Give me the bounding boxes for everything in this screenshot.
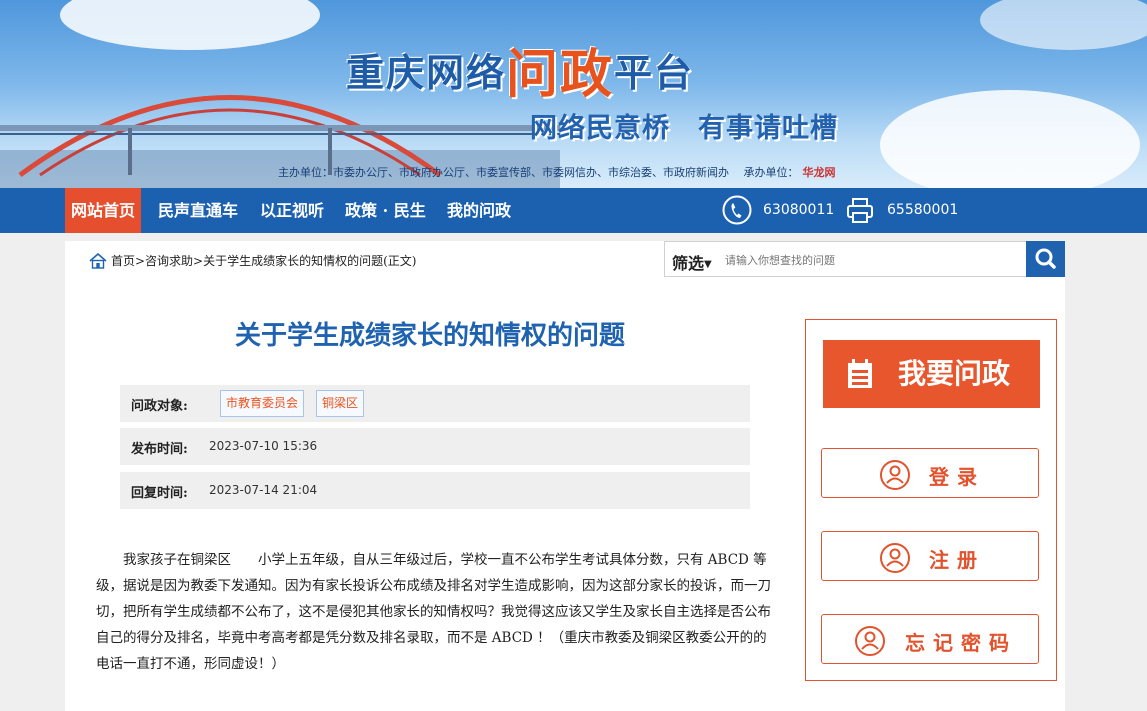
home-icon[interactable] <box>89 252 107 269</box>
sponsor-line: 主办单位：市委办公厅、市政府办公厅、市委宣传部、市委网信办、市综治委、市政府新闻… <box>278 164 836 180</box>
nav-item-home[interactable]: 网站首页 <box>65 188 142 233</box>
nav-item-minsheng[interactable]: 民声直通车 <box>152 188 244 233</box>
fax-printer-icon <box>847 198 873 223</box>
document-icon <box>848 359 872 388</box>
user-icon <box>880 543 910 573</box>
slogan: 网络民意桥 有事请吐槽 <box>530 106 838 145</box>
question-title: 关于学生成绩家长的知情权的问题 <box>234 321 625 351</box>
main-content: 首页>咨询求助>关于学生成绩家长的知情权的问题(正文) 筛选▼ 关于学生成绩家长… <box>65 241 1065 711</box>
forgot-password-button[interactable]: 忘记密码 <box>821 614 1039 664</box>
search-button[interactable] <box>1026 241 1065 277</box>
nav-item-my-questions[interactable]: 我的问政 <box>441 188 517 233</box>
main-nav: 网站首页 民声直通车 以正视听 政策 · 民生 我的问政 63080011 65… <box>0 188 1147 233</box>
forgot-password-label: 忘记密码 <box>905 631 1017 655</box>
breadcrumb: 首页>咨询求助>关于学生成绩家长的知情权的问题(正文) <box>89 252 416 269</box>
cloud-decoration <box>980 0 1147 50</box>
search-box: 筛选▼ <box>664 241 1065 277</box>
user-panel: 我要问政 登录 注册 忘记密码 <box>805 319 1057 681</box>
login-button[interactable]: 登录 <box>821 448 1039 498</box>
user-icon <box>880 460 910 490</box>
target-label: 问政对象: <box>131 399 188 414</box>
search-input[interactable] <box>725 248 995 272</box>
header-banner: 重庆网络问政平台 网络民意桥 有事请吐槽 主办单位：市委办公厅、市政府办公厅、市委… <box>0 0 1147 188</box>
filter-dropdown[interactable]: 筛选▼ <box>672 250 712 274</box>
reply-row: 回复时间: 2023-07-14 21:04 <box>120 472 750 509</box>
reply-label: 回复时间: <box>131 486 188 501</box>
sponsor-logo: 华龙网 <box>802 166 836 179</box>
login-label: 登录 <box>929 465 985 489</box>
phone-number: 63080011 <box>763 202 835 218</box>
target-tag-education[interactable]: 市教育委员会 <box>220 390 305 417</box>
slogan-2: 有事请吐槽 <box>698 113 838 144</box>
question-content: 我家孩子在铜梁区 小学上五年级，自从三年级过后，学校一直不公布学生考试具体分数，… <box>96 547 772 677</box>
nav-item-yizheng[interactable]: 以正视听 <box>254 188 330 233</box>
sponsor-text: 主办单位：市委办公厅、市政府办公厅、市委宣传部、市委网信办、市综治委、市政府新闻… <box>278 166 799 179</box>
phone-icon <box>722 195 752 225</box>
ask-question-button[interactable]: 我要问政 <box>823 340 1040 408</box>
user-icon <box>855 626 885 656</box>
publish-time: 2023-07-10 15:36 <box>209 439 318 453</box>
target-tag-tongliang[interactable]: 铜梁区 <box>316 390 365 417</box>
caret-down-icon: ▼ <box>704 259 712 270</box>
nav-item-policy[interactable]: 政策 · 民生 <box>339 188 432 233</box>
publish-label: 发布时间: <box>131 442 188 457</box>
site-title-post: 平台 <box>614 51 695 95</box>
ask-question-label: 我要问政 <box>898 357 1011 390</box>
target-row: 问政对象: 市教育委员会 铜梁区 <box>120 385 750 422</box>
publish-row: 发布时间: 2023-07-10 15:36 <box>120 428 750 465</box>
site-title-highlight: 问政 <box>506 45 615 105</box>
phone-hotline: 63080011 <box>722 188 834 233</box>
search-icon <box>1035 248 1056 269</box>
question-body: 我家孩子在铜梁区 小学上五年级，自从三年级过后，学校一直不公布学生考试具体分数，… <box>96 552 771 672</box>
cloud-decoration <box>880 90 1140 188</box>
fax-number: 65580001 <box>887 202 959 218</box>
filter-label: 筛选 <box>672 254 705 273</box>
register-button[interactable]: 注册 <box>821 531 1039 581</box>
fax-hotline: 65580001 <box>846 188 958 233</box>
reply-time: 2023-07-14 21:04 <box>209 483 318 497</box>
breadcrumb-text[interactable]: 首页>咨询求助>关于学生成绩家长的知情权的问题(正文) <box>111 254 416 268</box>
site-title: 重庆网络问政平台 <box>346 32 694 107</box>
site-title-pre: 重庆网络 <box>346 51 507 95</box>
register-label: 注册 <box>929 548 985 572</box>
slogan-1: 网络民意桥 <box>530 113 670 144</box>
